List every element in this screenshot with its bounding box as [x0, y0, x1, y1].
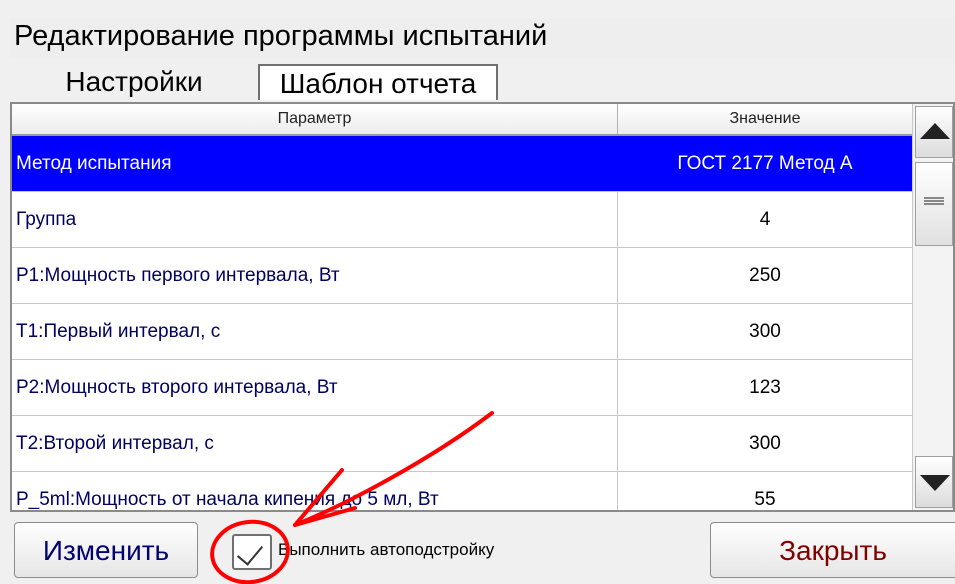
cell-parameter: P_5ml:Мощность от начала кипения до 5 мл… [12, 472, 618, 510]
scroll-up-button[interactable] [915, 106, 953, 158]
header-value[interactable]: Значение [618, 104, 912, 134]
grip-lines-icon [924, 197, 944, 205]
cell-value: ГОСТ 2177 Метод А [677, 153, 853, 174]
cell-value: 250 [749, 265, 781, 286]
cell-parameter: Метод испытания [12, 136, 618, 191]
cell-value: 4 [759, 209, 771, 230]
cell-value: 123 [749, 377, 781, 398]
cell-value: 55 [754, 489, 776, 510]
change-button[interactable]: Изменить [14, 522, 198, 578]
table-row[interactable]: Метод испытания ГОСТ 2177 Метод А [12, 136, 912, 192]
autotune-checkbox[interactable] [232, 534, 272, 570]
cell-value: 300 [749, 433, 781, 454]
close-button[interactable]: Закрыть [710, 522, 955, 578]
table-row[interactable]: Группа 4 [12, 192, 912, 248]
check-mark-icon [236, 538, 264, 566]
table-row[interactable]: P1:Мощность первого интервала, Вт 250 [12, 248, 912, 304]
window-title: Редактирование программы испытаний [14, 20, 548, 52]
title-bar: Редактирование программы испытаний [10, 18, 955, 58]
editor-window: Редактирование программы испытаний Настр… [0, 0, 955, 584]
scroll-thumb[interactable] [915, 162, 953, 246]
cell-value: 300 [749, 321, 781, 342]
table-row[interactable]: P2:Мощность второго интервала, Вт 123 [12, 360, 912, 416]
cell-parameter: T2:Второй интервал, с [12, 416, 618, 471]
table-row[interactable]: T2:Второй интервал, с 300 [12, 416, 912, 472]
scroll-down-button[interactable] [915, 456, 953, 508]
tab-settings[interactable]: Настройки [10, 64, 258, 100]
header-parameter[interactable]: Параметр [12, 104, 618, 134]
cell-parameter: P1:Мощность первого интервала, Вт [12, 248, 618, 303]
table-row[interactable]: P_5ml:Мощность от начала кипения до 5 мл… [12, 472, 912, 510]
cell-parameter: T1:Первый интервал, с [12, 304, 618, 359]
table-row[interactable]: T1:Первый интервал, с 300 [12, 304, 912, 360]
cell-parameter: Группа [12, 192, 618, 247]
vertical-scrollbar[interactable] [912, 104, 953, 510]
parameters-table: Параметр Значение Метод испытания ГОСТ 2… [10, 102, 955, 512]
cell-parameter: P2:Мощность второго интервала, Вт [12, 360, 618, 415]
tab-report-template[interactable]: Шаблон отчета [258, 64, 498, 100]
triangle-down-icon [920, 475, 950, 491]
triangle-up-icon [920, 123, 950, 139]
autotune-label[interactable]: Выполнить автоподстройку [278, 540, 494, 560]
table-header: Параметр Значение [12, 104, 912, 136]
